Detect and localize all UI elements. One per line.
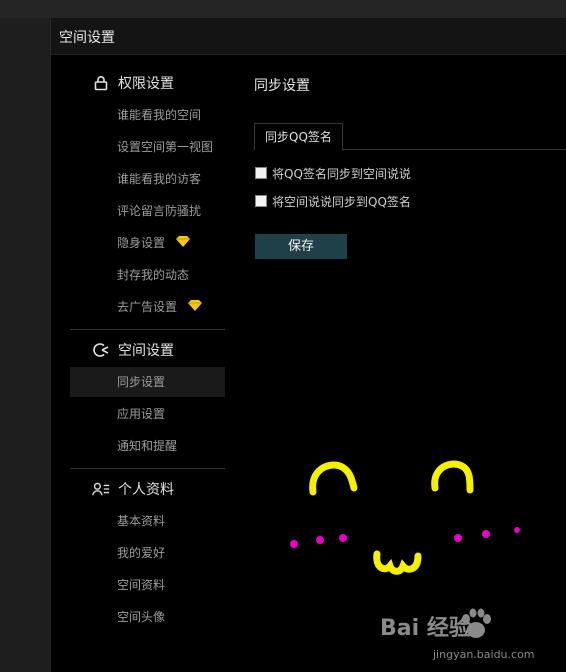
section-title: 权限设置 (118, 76, 174, 92)
outer-top-bar (0, 0, 566, 18)
diamond-icon (187, 293, 203, 323)
watermark-text: Bai 经验 (380, 616, 471, 641)
section-title: 空间设置 (118, 343, 174, 359)
sidebar-item-stealth[interactable]: 隐身设置 (70, 228, 225, 258)
dialog-title: 空间设置 (59, 30, 115, 46)
save-button[interactable]: 保存 (255, 234, 347, 259)
checkbox[interactable] (255, 195, 267, 207)
dialog-header: 空间设置 (51, 18, 566, 55)
lock-icon (92, 74, 110, 92)
option-qq-to-space[interactable]: 将QQ签名同步到空间说说 (255, 165, 411, 181)
space-settings-icon (92, 341, 110, 359)
profile-icon (92, 480, 110, 498)
tab-sync-qq-signature[interactable]: 同步QQ签名 (254, 123, 343, 151)
option-label: 将空间说说同步到QQ签名 (272, 194, 411, 209)
sidebar-item-hobbies[interactable]: 我的爱好 (70, 538, 225, 568)
option-space-to-qq[interactable]: 将空间说说同步到QQ签名 (255, 193, 411, 209)
sidebar-item-first-view[interactable]: 设置空间第一视图 (70, 132, 225, 162)
sidebar-item-anti-harassment[interactable]: 评论留言防骚扰 (70, 196, 225, 226)
sidebar-item-basic-info[interactable]: 基本资料 (70, 506, 225, 536)
sidebar-item-remove-ads[interactable]: 去广告设置 (70, 292, 225, 322)
diamond-icon (175, 229, 191, 259)
section-profile: 个人资料 (92, 479, 174, 499)
page-title: 同步设置 (254, 78, 310, 94)
sidebar-item-who-can-see-visitors[interactable]: 谁能看我的访客 (70, 164, 225, 194)
sidebar-item-sync-settings[interactable]: 同步设置 (70, 367, 225, 397)
section-title: 个人资料 (118, 482, 174, 498)
sidebar-item-app-settings[interactable]: 应用设置 (70, 399, 225, 429)
option-label: 将QQ签名同步到空间说说 (272, 166, 411, 181)
section-permissions: 权限设置 (92, 73, 174, 93)
sidebar-item-who-can-see-space[interactable]: 谁能看我的空间 (70, 100, 225, 130)
section-space-settings: 空间设置 (92, 340, 174, 360)
sidebar-item-archive-feed[interactable]: 封存我的动态 (70, 260, 225, 290)
baidu-watermark: Bai 经验 jingyan.baidu.com (380, 590, 550, 670)
divider (70, 468, 225, 469)
sidebar-item-space-avatar[interactable]: 空间头像 (70, 602, 225, 632)
divider (70, 329, 225, 330)
watermark-url: jingyan.baidu.com (433, 648, 535, 661)
sidebar-item-space-info[interactable]: 空间资料 (70, 570, 225, 600)
doodle-face-drawing (290, 460, 520, 575)
checkbox[interactable] (255, 167, 267, 179)
sidebar-item-notifications[interactable]: 通知和提醒 (70, 431, 225, 461)
